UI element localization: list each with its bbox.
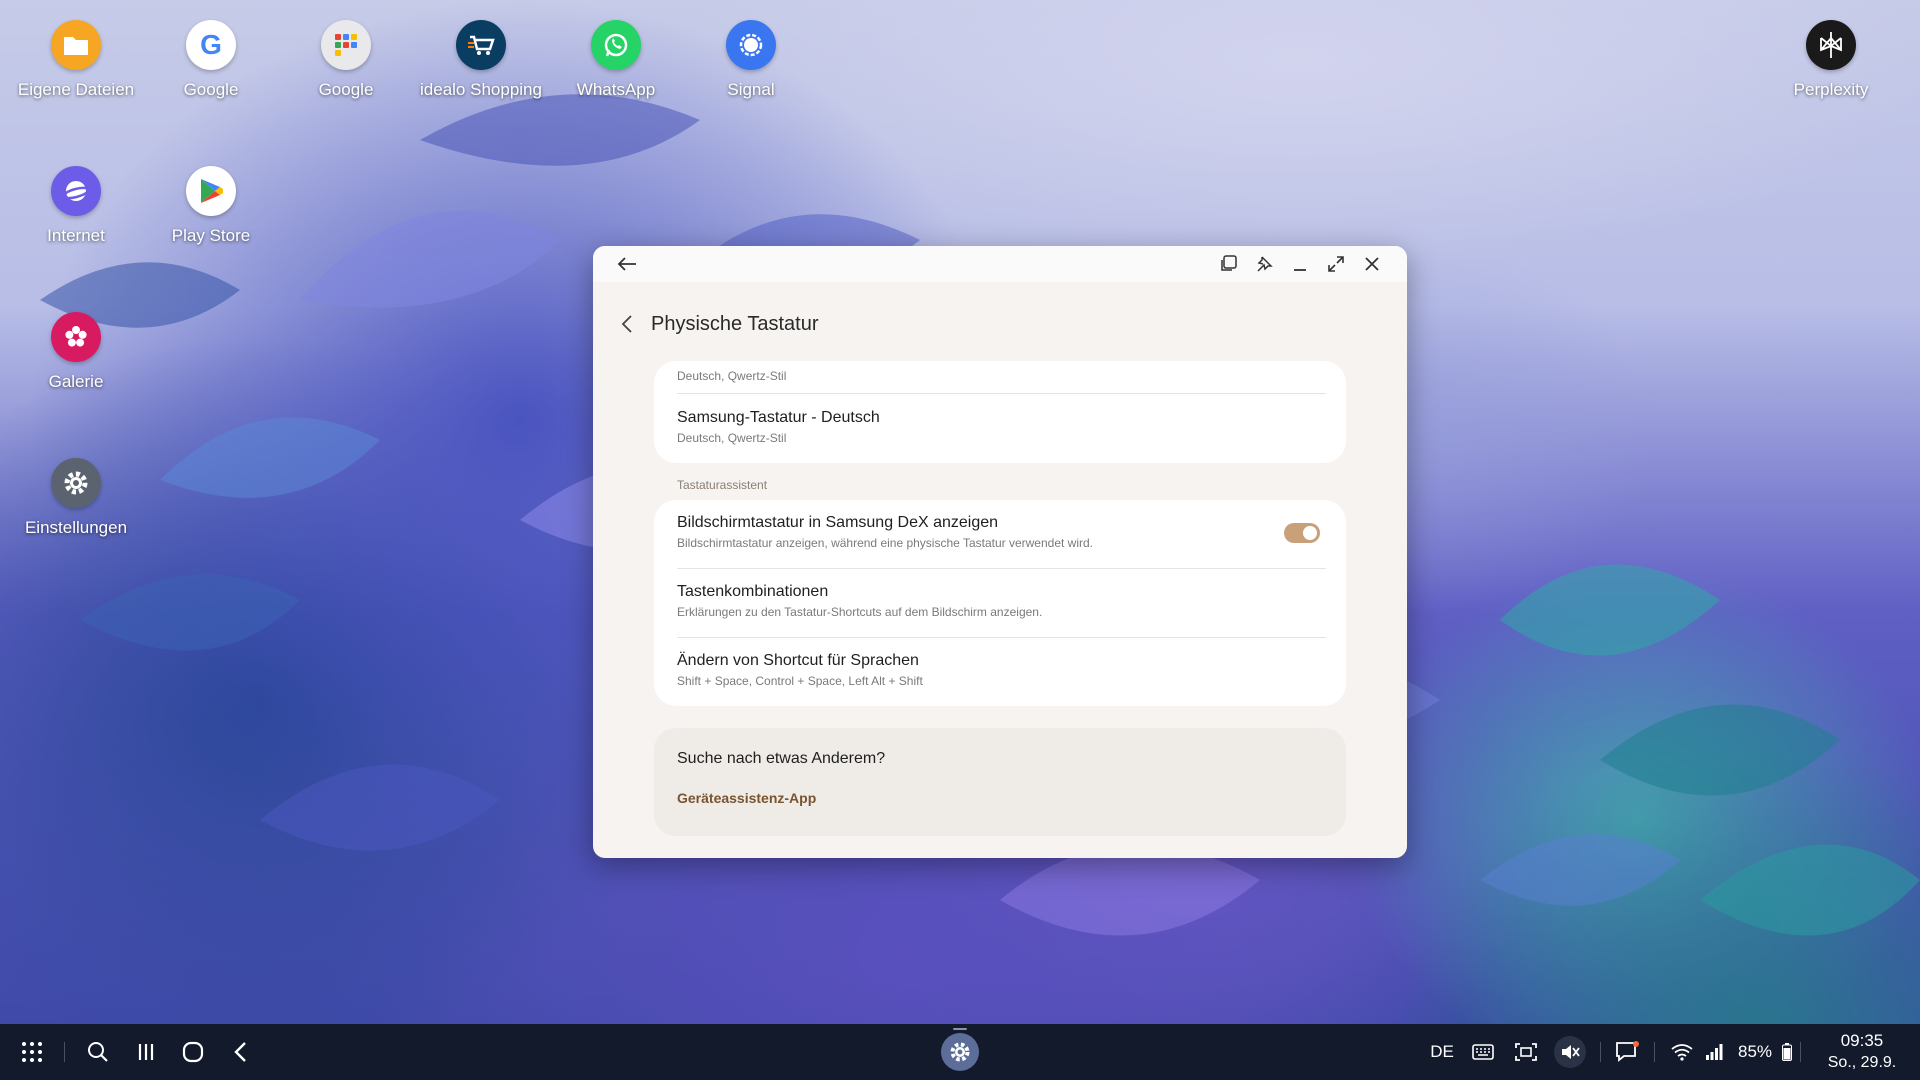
folder-icon: [51, 20, 101, 70]
clock-time: 09:35: [1840, 1031, 1884, 1050]
desktop-icon-einstellungen[interactable]: Einstellungen: [6, 458, 146, 538]
battery-icon[interactable]: [1780, 1024, 1794, 1080]
wifi-icon[interactable]: [1668, 1024, 1696, 1080]
maximize-icon[interactable]: [1324, 252, 1348, 276]
running-indicator: [953, 1028, 967, 1030]
desktop-icon-label: Google: [183, 80, 239, 99]
whatsapp-icon: [591, 20, 641, 70]
signal-icon: [726, 20, 776, 70]
search-icon[interactable]: [80, 1024, 116, 1080]
keyboard-card-top-subtitle-row: Deutsch, Qwertz-Stil: [677, 369, 1323, 383]
desktop-icon-signal[interactable]: Signal: [681, 20, 821, 100]
dex-keyboard-toggle[interactable]: [1284, 523, 1320, 543]
keyboard-assistant-card: Bildschirmtastatur in Samsung DeX anzeig…: [654, 500, 1346, 706]
google-folder-icon: [321, 20, 371, 70]
desktop-icon-eigene-dateien[interactable]: Eigene Dateien: [6, 20, 146, 100]
mute-icon[interactable]: [1554, 1024, 1586, 1080]
list-item-title: Samsung-Tastatur - Deutsch: [677, 409, 880, 426]
desktop-icon-label: Signal: [727, 80, 775, 99]
list-item-subtitle: Erklärungen zu den Tastatur-Shortcuts au…: [677, 605, 1043, 619]
divider: [677, 568, 1326, 569]
taskbar: DE 85% 09:35 So., 29.9.: [0, 1024, 1920, 1080]
multi-window-icon[interactable]: [1216, 252, 1240, 276]
desktop-icon-label: Einstellungen: [24, 518, 128, 537]
app-drawer-icon[interactable]: [14, 1024, 50, 1080]
home-icon[interactable]: [175, 1024, 211, 1080]
signal-strength-icon[interactable]: [1702, 1024, 1726, 1080]
window-back-arrow-icon[interactable]: [615, 252, 639, 276]
desktop-icon-label: Play Store: [171, 226, 251, 245]
desktop-icon-label: WhatsApp: [576, 80, 656, 99]
toggle-knob: [1303, 526, 1317, 540]
desktop-icon-internet[interactable]: Internet: [6, 166, 146, 246]
desktop-icon-label: Google: [318, 80, 374, 99]
desktop-icon-google-folder[interactable]: Google: [276, 20, 416, 100]
divider: [1600, 1042, 1601, 1062]
divider: [1800, 1042, 1801, 1062]
screen-capture-icon[interactable]: [1511, 1024, 1541, 1080]
desktop-icon-whatsapp[interactable]: WhatsApp: [546, 20, 686, 100]
page-title: Physische Tastatur: [651, 312, 819, 335]
clock-date: So., 29.9.: [1827, 1054, 1897, 1071]
page-header: Physische Tastatur: [617, 308, 819, 340]
desktop-icon-galerie[interactable]: Galerie: [6, 312, 146, 392]
divider: [677, 393, 1326, 394]
clock[interactable]: 09:35 So., 29.9.: [1812, 1030, 1912, 1074]
header-back-chevron-icon[interactable]: [617, 312, 637, 336]
window-titlebar[interactable]: [593, 246, 1407, 282]
gallery-icon: [51, 312, 101, 362]
language-shortcut-item[interactable]: Ändern von Shortcut für Sprachen Shift +…: [677, 652, 1323, 688]
desktop-icon-label: Internet: [47, 226, 105, 245]
settings-icon: [51, 458, 101, 508]
desktop-icon-label: Eigene Dateien: [17, 80, 135, 99]
help-question: Suche nach etwas Anderem?: [677, 750, 886, 767]
recent-apps-icon[interactable]: [128, 1024, 164, 1080]
idealo-icon: [456, 20, 506, 70]
divider: [1654, 1042, 1655, 1062]
samsung-keyboard-item[interactable]: Samsung-Tastatur - Deutsch Deutsch, Qwer…: [677, 409, 1323, 445]
dex-onscreen-keyboard-item[interactable]: Bildschirmtastatur in Samsung DeX anzeig…: [677, 514, 1256, 550]
close-icon[interactable]: [1360, 252, 1384, 276]
list-item-subtitle: Deutsch, Qwertz-Stil: [677, 431, 787, 445]
list-item-title: Tastenkombinationen: [677, 583, 829, 600]
perplexity-icon: [1806, 20, 1856, 70]
list-item-subtitle: Shift + Space, Control + Space, Left Alt…: [677, 674, 923, 688]
internet-icon: [51, 166, 101, 216]
desktop-icon-play-store[interactable]: Play Store: [141, 166, 281, 246]
play-store-icon: [186, 166, 236, 216]
desktop-icon-google[interactable]: G Google: [141, 20, 281, 100]
desktop-icon-perplexity[interactable]: Perplexity: [1761, 20, 1901, 100]
desktop-icon-idealo[interactable]: idealo Shopping: [411, 20, 551, 100]
google-icon: G: [186, 20, 236, 70]
divider: [64, 1042, 65, 1062]
minimize-icon[interactable]: [1288, 252, 1312, 276]
desktop-icon-label: Galerie: [48, 372, 104, 391]
divider: [677, 637, 1326, 638]
keyboard-icon[interactable]: [1468, 1024, 1498, 1080]
taskbar-settings-app[interactable]: [938, 1024, 982, 1080]
battery-percent[interactable]: 85%: [1732, 1024, 1778, 1080]
pin-icon[interactable]: [1252, 252, 1276, 276]
keyboard-card-top-subtitle: Deutsch, Qwertz-Stil: [677, 369, 787, 383]
notifications-icon[interactable]: [1612, 1024, 1642, 1080]
section-label-tastaturassistent: Tastaturassistent: [677, 478, 768, 492]
list-item-subtitle: Bildschirmtastatur anzeigen, während ein…: [677, 536, 1093, 550]
list-item-title: Ändern von Shortcut für Sprachen: [677, 652, 919, 669]
device-care-link[interactable]: Geräteassistenz-App: [677, 790, 816, 806]
desktop-icon-label: idealo Shopping: [420, 80, 542, 99]
shortcuts-item[interactable]: Tastenkombinationen Erklärungen zu den T…: [677, 583, 1323, 619]
keyboard-card: Deutsch, Qwertz-Stil Samsung-Tastatur - …: [654, 361, 1346, 463]
settings-window: Physische Tastatur Deutsch, Qwertz-Stil …: [593, 246, 1407, 858]
desktop-icon-label: Perplexity: [1793, 80, 1869, 99]
back-icon[interactable]: [222, 1024, 258, 1080]
list-item-title: Bildschirmtastatur in Samsung DeX anzeig…: [677, 514, 999, 531]
help-card: Suche nach etwas Anderem? Geräteassisten…: [654, 728, 1346, 836]
language-indicator[interactable]: DE: [1424, 1024, 1460, 1080]
settings-icon: [941, 1033, 979, 1071]
